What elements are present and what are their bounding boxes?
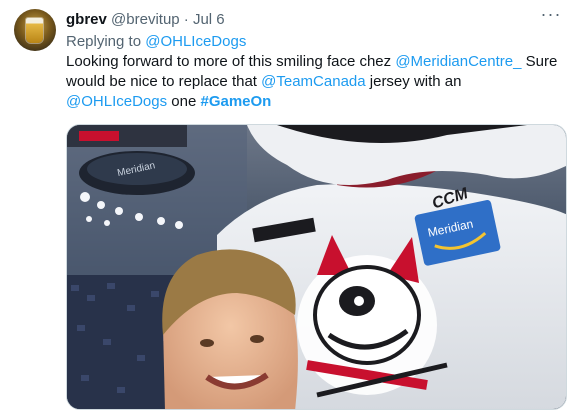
user-handle[interactable]: @brevitup bbox=[111, 11, 180, 28]
replying-to: Replying to @OHLIceDogs bbox=[66, 32, 246, 52]
more-options-icon[interactable]: ··· bbox=[538, 5, 564, 26]
mention-link[interactable]: @TeamCanada bbox=[261, 73, 365, 90]
text-segment: Looking forward to more of this smiling … bbox=[66, 53, 392, 70]
tweet-header: gbrev @brevitup · Jul 6 bbox=[66, 10, 225, 30]
boy bbox=[162, 249, 298, 409]
replying-prefix: Replying to bbox=[66, 33, 142, 50]
text-segment: jersey with an bbox=[369, 73, 462, 90]
tweet-photo[interactable]: Meridian CCM Meridian bbox=[66, 124, 567, 410]
beer-glass-icon bbox=[26, 18, 43, 43]
tweet-text: Looking forward to more of this smiling … bbox=[66, 52, 566, 112]
tweet-date[interactable]: Jul 6 bbox=[193, 11, 225, 28]
arena-red-banner bbox=[79, 131, 119, 141]
replying-mention[interactable]: @OHLIceDogs bbox=[145, 33, 246, 50]
mention-link[interactable]: @OHLIceDogs bbox=[66, 93, 167, 110]
separator-dot: · bbox=[183, 11, 189, 28]
avatar[interactable] bbox=[14, 9, 56, 51]
mention-link[interactable]: @MeridianCentre_ bbox=[395, 53, 521, 70]
display-name[interactable]: gbrev bbox=[66, 11, 107, 28]
hashtag-link[interactable]: #GameOn bbox=[200, 93, 271, 110]
photo-illustration: Meridian CCM Meridian bbox=[67, 125, 566, 409]
text-segment: one bbox=[171, 93, 197, 110]
